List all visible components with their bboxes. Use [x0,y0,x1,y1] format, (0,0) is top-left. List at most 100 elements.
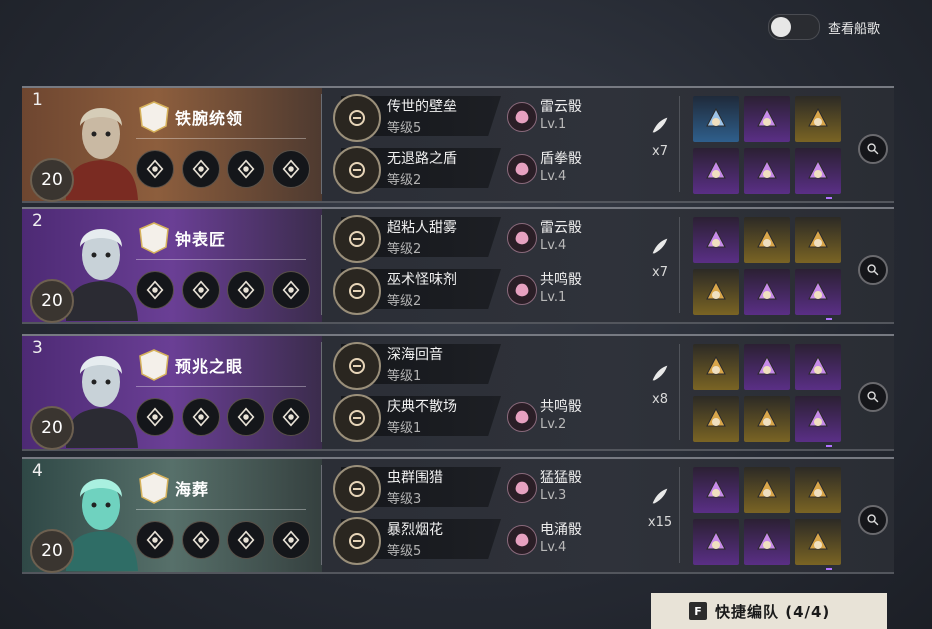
equipment-icon [706,478,726,498]
skill-icon[interactable] [136,271,174,309]
dice-icon[interactable] [507,223,537,253]
view-chant-toggle[interactable] [768,14,820,40]
equipment-slot[interactable] [693,467,739,513]
equipment-slot[interactable] [795,396,841,442]
quick-team-button[interactable]: F 快捷编队 (4/4) [651,593,887,629]
skill-icon[interactable] [272,521,310,559]
dice-level: Lv.1 [540,117,567,132]
row-border [22,457,894,459]
dice-level: Lv.2 [540,417,567,432]
equipment-slot[interactable] [744,148,790,194]
name-underline [136,259,306,260]
equipment-slot[interactable] [693,217,739,263]
item-slot[interactable]: 巫术怪味剂 等级2 共鸣骰 Lv.1 [331,265,582,315]
item-level: 等级2 [387,242,422,257]
equipment-icon [706,159,726,179]
skill-icon[interactable] [182,521,220,559]
dice-icon[interactable] [507,275,537,305]
item-level: 等级2 [387,173,422,188]
row-border [22,449,894,451]
equipment-slot[interactable] [693,396,739,442]
equipment-slot[interactable] [693,519,739,565]
equipment-slot[interactable] [795,148,841,194]
item-slot[interactable]: 庆典不散场 等级1 共鸣骰 Lv.2 [331,392,582,442]
item-slot[interactable]: 暴烈烟花 等级5 电涌骰 Lv.4 [331,515,582,565]
team-row[interactable]: 3 20 预兆之眼 深海回音 等级1 庆典不散场 等级1 共鸣骰 Lv.2 x8 [22,334,894,451]
item-name: 巫术怪味剂 [387,272,457,288]
dice-icon[interactable] [507,473,537,503]
dice-icon[interactable] [507,102,537,132]
item-slot[interactable]: 传世的壁垒 等级5 雷云骰 Lv.1 [331,92,582,142]
equipment-icon [706,280,726,300]
dice-name: 猛猛骰 [540,470,582,486]
f-key-icon: F [689,602,707,620]
equipment-slot[interactable] [795,217,841,263]
trait-icon [139,472,169,504]
skill-icon[interactable] [272,271,310,309]
row-border [22,201,894,203]
hero-name: 海葬 [175,480,210,499]
inspect-button[interactable] [858,134,888,164]
equipment-slot[interactable] [795,344,841,390]
skill-icon[interactable] [136,150,174,188]
search-icon [867,143,879,155]
equipment-slot[interactable] [693,344,739,390]
team-row[interactable]: 2 20 钟表匠 超粘人甜雾 等级2 雷云骰 Lv.4 巫术怪味剂 等级2 共鸣骰 Lv.1 x7 [22,207,894,324]
item-level: 等级3 [387,492,422,507]
inspect-button[interactable] [858,255,888,285]
equipment-slot[interactable] [744,269,790,315]
equipment-slot[interactable] [744,344,790,390]
shard-count-block: x7 [630,114,690,159]
item-level: 等级1 [387,369,422,384]
equipment-slot[interactable] [693,269,739,315]
skill-icon[interactable] [227,271,265,309]
name-underline [136,509,306,510]
shard-count-block: x15 [630,485,690,530]
item-name: 传世的壁垒 [387,99,457,115]
inspect-button[interactable] [858,505,888,535]
equipment-slot[interactable] [744,96,790,142]
skill-icon[interactable] [136,398,174,436]
equipment-slot[interactable] [795,96,841,142]
item-slot[interactable]: 无退路之盾 等级2 盾拳骰 Lv.4 [331,144,582,194]
dice-icon[interactable] [507,525,537,555]
skill-icon[interactable] [182,398,220,436]
equipment-slot[interactable] [744,396,790,442]
trait-icon [139,349,169,381]
skill-icon[interactable] [182,150,220,188]
equipment-slot[interactable] [693,96,739,142]
equipment-slot[interactable] [795,269,841,315]
inspect-button[interactable] [858,382,888,412]
dice-name: 盾拳骰 [540,151,582,167]
dice-level: Lv.1 [540,290,567,305]
equipment-slot[interactable] [744,217,790,263]
equipment-icon [706,530,726,550]
item-slot[interactable]: 虫群围猎 等级3 猛猛骰 Lv.3 [331,463,582,513]
equipment-slot[interactable] [795,519,841,565]
item-slot[interactable]: 超粘人甜雾等级2 雷云骰 Lv.4 [331,213,582,263]
dice-name: 雷云骰 [540,220,582,236]
item-slot[interactable]: 深海回音等级1 [331,340,557,390]
skill-icon[interactable] [227,150,265,188]
dice-icon[interactable] [507,154,537,184]
team-row[interactable]: 4 20 海葬 虫群围猎 等级3 猛猛骰 Lv.3 暴烈烟花 等级5 电涌骰 Lv.4 x15 [22,457,894,574]
equipment-slot[interactable] [693,148,739,194]
skill-icon[interactable] [227,398,265,436]
team-row[interactable]: 1 20 铁腕统领 传世的壁垒 等级5 雷云骰 Lv.1 无退路之盾 等级2 盾拳骰 Lv.4 x7 [22,86,894,203]
skill-icon[interactable] [136,521,174,559]
item-name: 超粘人甜雾 [387,220,457,236]
equipment-slot[interactable] [744,519,790,565]
equipment-slot[interactable] [744,467,790,513]
skill-icon[interactable] [272,150,310,188]
level-badge: 20 [30,279,74,323]
equipment-icon [808,228,828,248]
dice-icon[interactable] [507,402,537,432]
skill-icon[interactable] [182,271,220,309]
item-icon [333,94,381,142]
skill-icon[interactable] [227,521,265,559]
equipment-icon [757,228,777,248]
dice-level: Lv.4 [540,238,567,253]
skill-icon[interactable] [272,398,310,436]
item-name: 深海回音 [387,347,443,363]
equipment-slot[interactable] [795,467,841,513]
